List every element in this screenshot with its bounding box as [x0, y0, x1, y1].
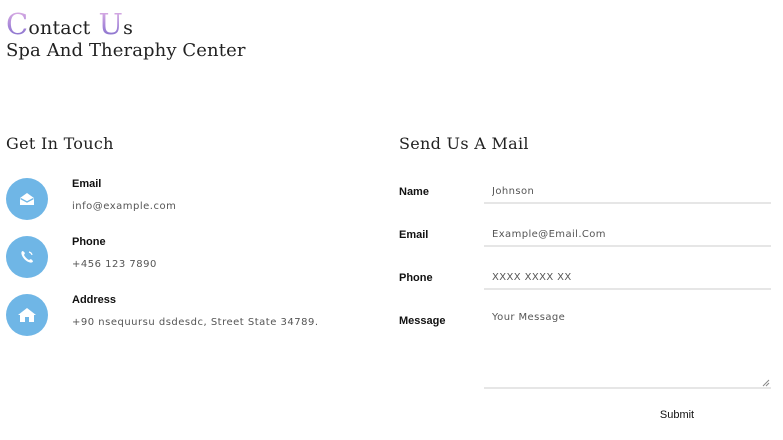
send-mail-title: Send Us A Mail	[399, 134, 529, 153]
email-value: info@example.com	[72, 201, 177, 212]
phone-field-label: Phone	[399, 272, 433, 284]
address-value: +90 nsequursu dsdesdc, Street State 3478…	[72, 317, 319, 328]
page-header: Contact Us Spa And Theraphy Center	[6, 10, 246, 62]
contact-item-phone: Phone +456 123 7890	[6, 236, 366, 282]
get-in-touch-title: Get In Touch	[6, 134, 114, 153]
name-input[interactable]	[484, 180, 771, 204]
title-word-rest: ontact	[28, 17, 91, 39]
submit-button[interactable]: Submit	[652, 406, 702, 424]
email-field-label: Email	[399, 229, 429, 241]
message-field-label: Message	[399, 315, 446, 327]
resize-handle-icon[interactable]	[762, 379, 770, 387]
envelope-icon	[6, 178, 48, 220]
phone-input[interactable]	[484, 266, 771, 290]
phone-icon	[6, 236, 48, 278]
contact-item-address: Address +90 nsequursu dsdesdc, Street St…	[6, 294, 366, 340]
phone-value: +456 123 7890	[72, 259, 157, 270]
title-initial-u: U	[98, 7, 124, 41]
contact-item-email: Email info@example.com	[6, 178, 366, 224]
message-textarea[interactable]	[484, 310, 771, 389]
phone-label: Phone	[72, 236, 106, 248]
page-title: Contact Us	[6, 10, 246, 42]
page-subtitle: Spa And Theraphy Center	[6, 40, 246, 61]
title-initial-c: C	[6, 7, 29, 41]
email-label: Email	[72, 178, 102, 190]
name-field-label: Name	[399, 186, 429, 198]
address-label: Address	[72, 294, 117, 306]
email-input[interactable]	[484, 223, 771, 247]
home-icon	[6, 294, 48, 336]
title-word2-rest: s	[123, 17, 134, 39]
